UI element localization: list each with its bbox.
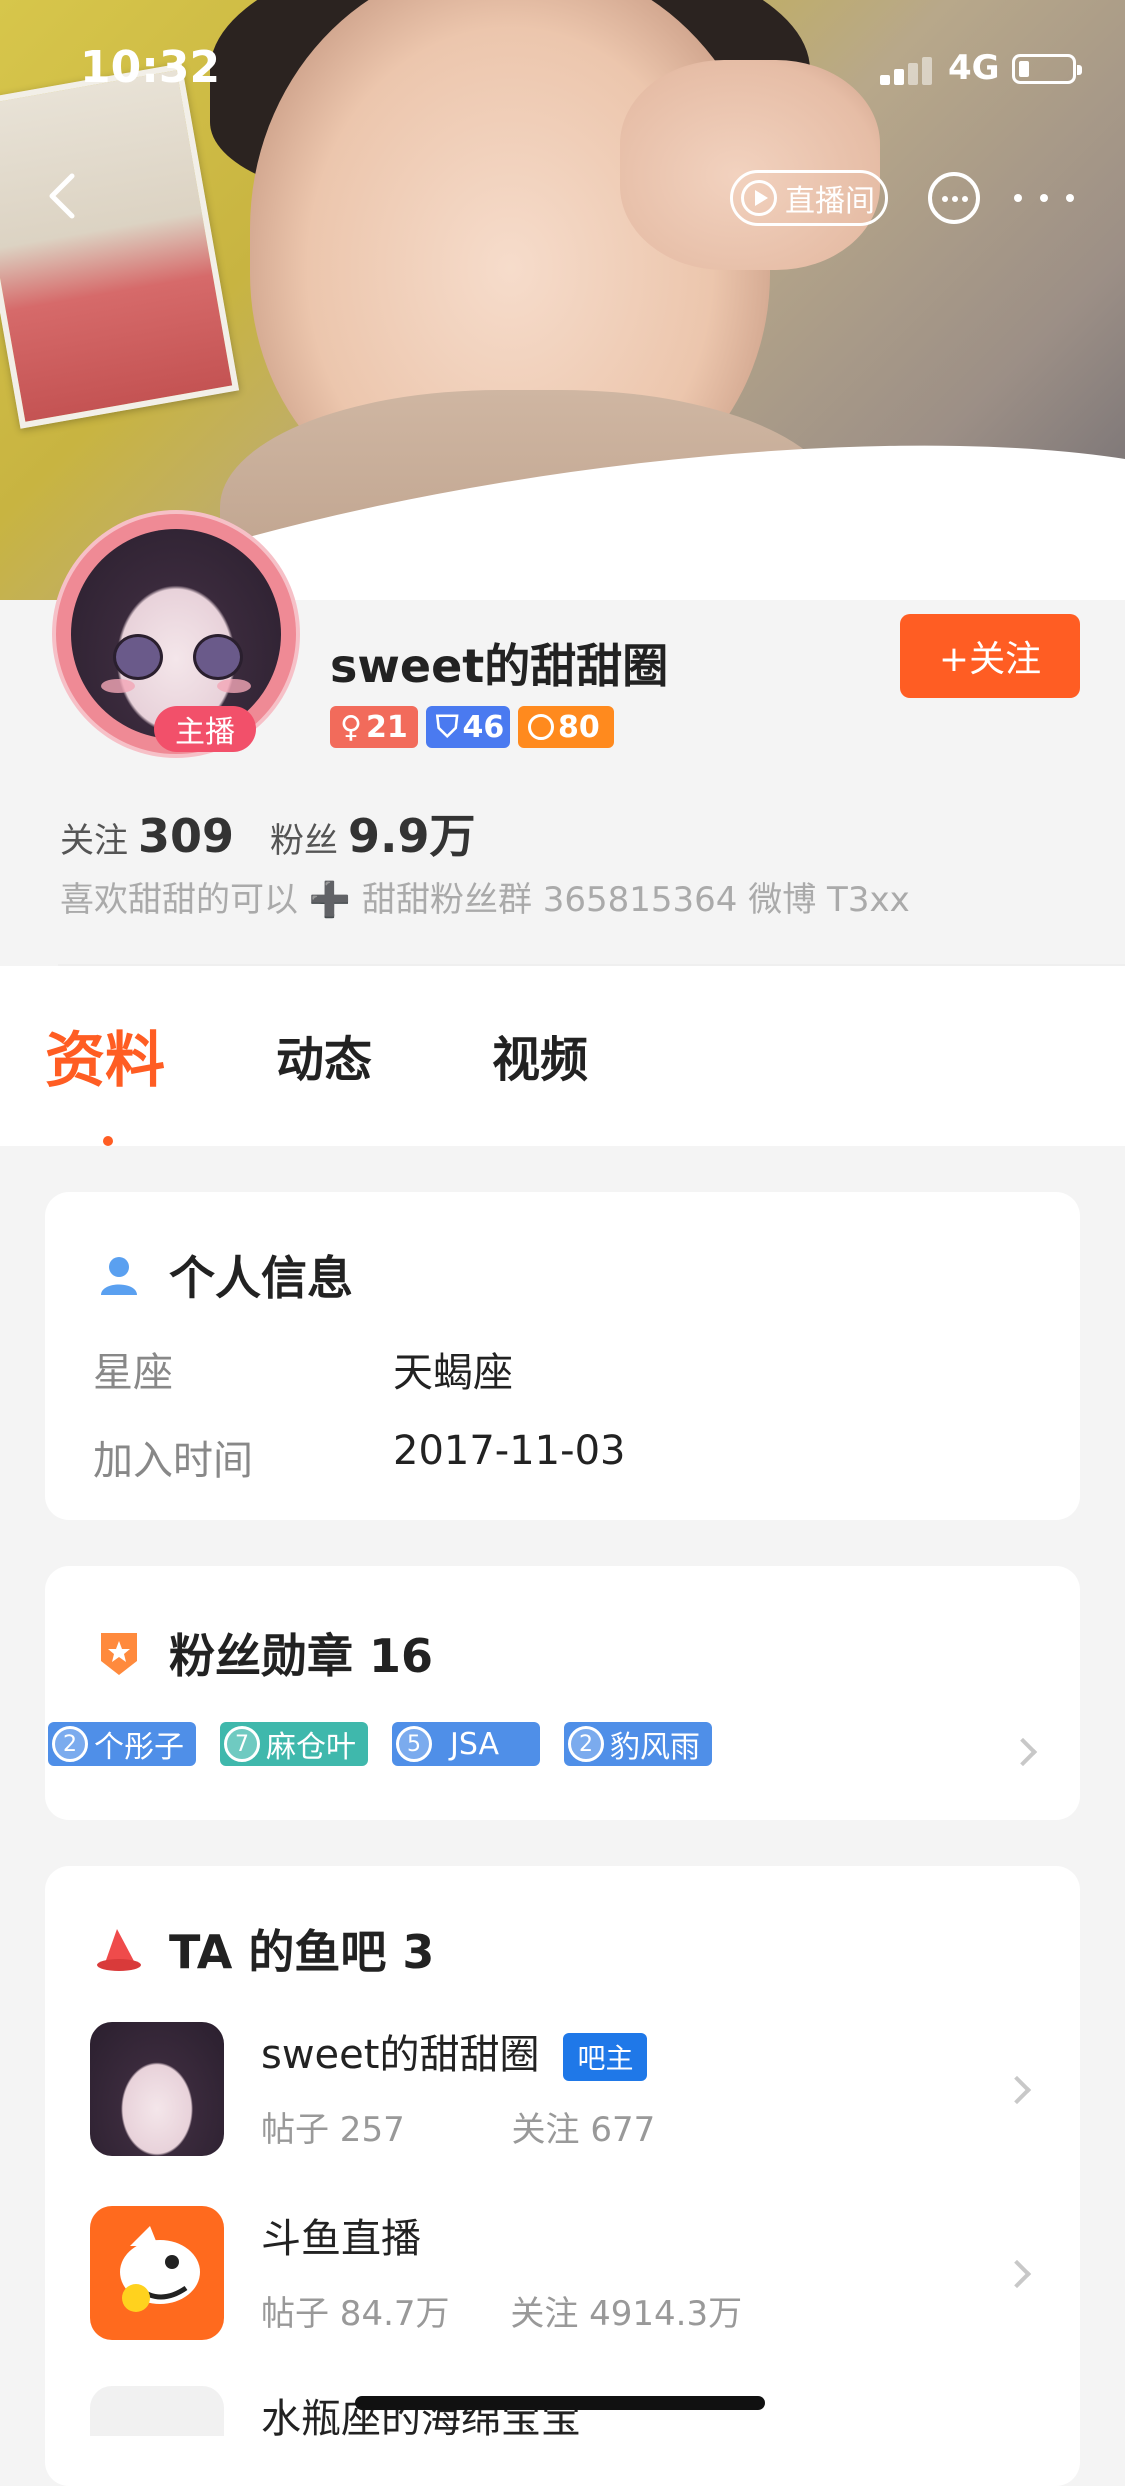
nickname: sweet的甜甜圈 xyxy=(330,639,669,693)
bar-stats: 帖子 84.7万 关注 4914.3万 xyxy=(261,2286,742,2335)
status-time: 10:32 xyxy=(80,42,221,93)
fans-count[interactable]: 9.9万 xyxy=(348,800,476,866)
fan-medals-title: 粉丝勋章 16 xyxy=(95,1620,433,1686)
bar-avatar xyxy=(90,2022,224,2156)
info-value: 天蝎座 xyxy=(393,1350,513,1396)
fish-level-icon xyxy=(528,714,554,740)
bar-avatar xyxy=(90,2386,224,2436)
bar-name: 斗鱼直播 xyxy=(261,2216,421,2262)
follow-button[interactable]: +关注 xyxy=(900,614,1080,698)
back-button[interactable] xyxy=(42,170,82,222)
avatar-ring[interactable]: 主播 xyxy=(56,514,296,754)
chevron-right-icon xyxy=(1002,2075,1032,2105)
live-room-label: 直播间 xyxy=(785,184,875,219)
follow-stats: 关注 309 粉丝 9.9万 xyxy=(60,800,512,866)
level-badge: 80 xyxy=(518,706,614,748)
bar-follows: 关注 4914.3万 xyxy=(510,2294,743,2334)
list-item[interactable]: 水瓶座的海绵宝宝 xyxy=(45,2386,1080,2436)
fan-medals-card[interactable]: 粉丝勋章 16 xyxy=(45,1566,1080,1820)
play-icon xyxy=(741,180,777,216)
medal-item[interactable]: 5 JSA xyxy=(392,1722,540,1766)
list-item[interactable]: 斗鱼直播 帖子 84.7万 关注 4914.3万 xyxy=(45,2202,1080,2352)
medal-list: 2 个彤子 7 麻仓叶 5 JSA 2 豹风雨 xyxy=(48,1722,712,1766)
personal-info-card: 个人信息 星座 天蝎座 加入时间 2017-11-03 xyxy=(45,1192,1080,1520)
tab-profile[interactable]: 资料 xyxy=(45,1012,165,1099)
signal-icon xyxy=(880,55,932,85)
bar-name-row: sweet的甜甜圈 吧主 xyxy=(261,2022,648,2081)
bio: 喜欢甜甜的可以 ➕ 甜甜粉丝群 365815364 微博 T3xx xyxy=(60,880,910,920)
info-key: 加入时间 xyxy=(93,1438,253,1484)
following-count[interactable]: 309 xyxy=(138,809,234,863)
shield-icon: ⛉ xyxy=(436,709,459,745)
tab-indicator xyxy=(103,1136,113,1146)
list-item[interactable]: sweet的甜甜圈 吧主 帖子 257 关注 677 xyxy=(45,2018,1080,2168)
female-icon: ♀ xyxy=(340,709,362,745)
tab-feed[interactable]: 动态 xyxy=(276,1020,372,1090)
personal-info-title: 个人信息 xyxy=(95,1242,353,1308)
info-key: 星座 xyxy=(93,1350,173,1396)
owner-tag: 吧主 xyxy=(563,2033,648,2081)
chevron-right-icon xyxy=(1002,2259,1032,2289)
network-type: 4G xyxy=(948,48,1000,88)
bar-name: 水瓶座的海绵宝宝 xyxy=(261,2396,581,2436)
douyu-logo-icon xyxy=(90,2206,224,2340)
info-row-zodiac: 星座 天蝎座 xyxy=(93,1340,513,1398)
more-button[interactable] xyxy=(1010,182,1080,212)
medal-item[interactable]: 2 个彤子 xyxy=(48,1722,196,1766)
info-value: 2017-11-03 xyxy=(393,1428,626,1474)
bar-follows: 关注 677 xyxy=(511,2110,656,2150)
chevron-right-icon xyxy=(1008,1737,1038,1767)
bar-name: sweet的甜甜圈 xyxy=(261,2032,540,2078)
gender-age-badge: ♀ 21 xyxy=(330,706,418,748)
info-row-join-date: 加入时间 2017-11-03 xyxy=(93,1428,625,1486)
medal-icon xyxy=(101,1633,137,1675)
rank-badge: ⛉ 46 xyxy=(426,706,510,748)
wizard-hat-icon xyxy=(97,1929,141,1971)
fans-label: 粉丝 xyxy=(270,821,339,861)
bar-posts: 帖子 84.7万 xyxy=(261,2294,450,2334)
following-label: 关注 xyxy=(60,821,128,861)
user-badges: ♀ 21 ⛉ 46 80 xyxy=(330,706,614,748)
tab-videos[interactable]: 视频 xyxy=(492,1020,588,1090)
battery-icon xyxy=(1012,54,1082,84)
medal-item[interactable]: 2 豹风雨 xyxy=(564,1722,712,1766)
bar-stats: 帖子 257 关注 677 xyxy=(261,2102,655,2151)
chevron-left-icon xyxy=(49,173,75,219)
bar-posts: 帖子 257 xyxy=(261,2110,405,2150)
status-bar: 10:32 4G xyxy=(0,0,1125,135)
anchor-badge: 主播 xyxy=(154,706,256,752)
person-icon xyxy=(101,1257,137,1295)
fish-bars-title: TA 的鱼吧 3 xyxy=(95,1916,434,1982)
home-indicator xyxy=(355,2396,765,2410)
message-button[interactable] xyxy=(928,172,980,224)
live-room-button[interactable]: 直播间 xyxy=(730,170,888,226)
medal-item[interactable]: 7 麻仓叶 xyxy=(220,1722,368,1766)
